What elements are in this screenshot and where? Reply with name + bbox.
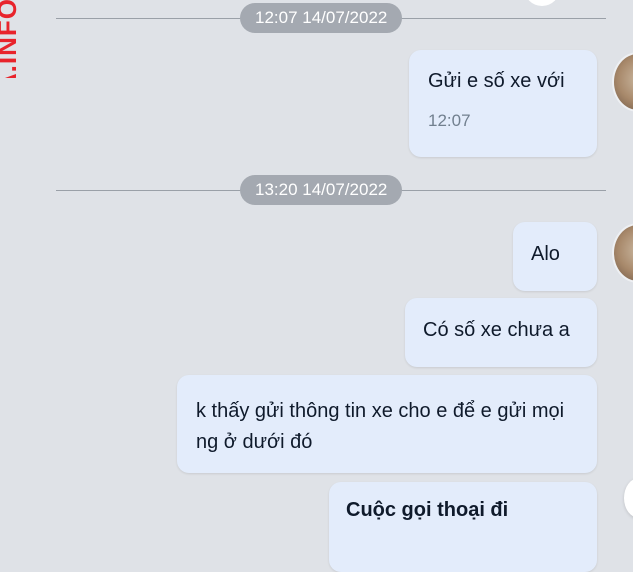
message-bubble[interactable]: Alo (513, 222, 597, 291)
date-divider-label: 12:07 14/07/2022 (240, 3, 403, 33)
message-bubble[interactable]: k thấy gửi thông tin xe cho e để e gửi m… (177, 375, 597, 473)
avatar[interactable] (612, 52, 633, 112)
scroll-circle-button[interactable] (624, 478, 633, 518)
message-text: Alo (531, 243, 560, 265)
message-text: Gửi e số xe với (428, 70, 565, 92)
avatar[interactable] (612, 223, 633, 283)
call-bubble[interactable]: Cuộc gọi thoại đi (329, 482, 597, 572)
message-bubble[interactable]: Gửi e số xe với 12:07 (409, 50, 597, 157)
message-bubble[interactable]: Có số xe chưa a (405, 298, 597, 367)
scroll-circle-button[interactable] (524, 0, 560, 6)
message-text: Có số xe chưa a (423, 319, 570, 341)
date-divider-label: 13:20 14/07/2022 (240, 175, 403, 205)
message-time: 12:07 (428, 111, 471, 130)
message-text: k thấy gửi thông tin xe cho e để e gửi m… (196, 400, 565, 453)
call-label: Cuộc gọi thoại đi (346, 499, 509, 521)
watermark: A.INFO (0, 0, 26, 78)
watermark-text: A.INFO (0, 0, 22, 78)
